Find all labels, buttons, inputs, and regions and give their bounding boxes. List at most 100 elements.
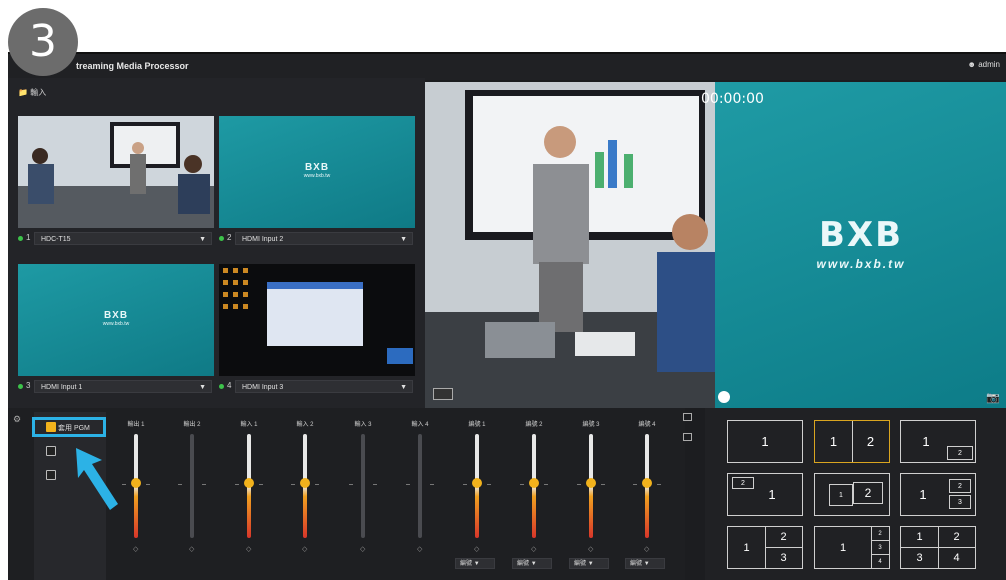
window-icon[interactable] [683,433,692,441]
fader-track[interactable] [418,434,422,538]
step-number-badge: 3 [8,8,78,76]
input-row-1: 1 HDC-T15 ▼ [18,232,214,246]
fader-knob[interactable] [642,478,652,488]
input-select-1[interactable]: HDC-T15 ▼ [34,232,212,245]
chevron-down-icon: ▼ [587,561,594,567]
layout-one-plus-two-small[interactable]: 1 2 3 [900,473,976,516]
active-dot [18,384,23,389]
input-thumbnail-1[interactable] [18,116,214,228]
link-diamond-icon[interactable]: ◇ [531,545,536,553]
input-panel: 📁 輸入 BXB www.bxb.tw BXB www.bxb.tw 1 HDC… [8,78,425,410]
fader-label: 輸入 4 [411,422,429,428]
input-thumbnail-4[interactable] [219,264,415,376]
tick-mark [633,484,637,485]
fader-knob[interactable] [244,478,254,488]
fader-channel-10: 編號 4 ◇ 編號 ▼ [619,414,675,580]
link-diamond-icon[interactable]: ◇ [246,545,251,553]
layout-pip-bottom-right[interactable]: 1 2 [900,420,976,463]
fader-select[interactable]: 編號 ▼ [512,558,552,569]
tick-mark [463,484,467,485]
fader-knob[interactable] [300,478,310,488]
tick-mark [146,484,150,485]
record-button[interactable] [718,391,730,403]
fader-knob[interactable] [472,478,482,488]
fader-label: 輸入 2 [296,422,314,428]
fader-label: 輸入 3 [354,422,372,428]
bxb-url: www.bxb.tw [816,257,906,271]
input-select-2[interactable]: HDMI Input 2 ▼ [235,232,413,245]
link-diamond-icon[interactable]: ◇ [133,545,138,553]
layout-one-plus-two[interactable]: 1 2 3 [727,526,803,569]
fader-select[interactable]: 編號 ▼ [625,558,665,569]
layout-dual-inset[interactable]: 1 2 [814,473,890,516]
fader-select[interactable]: 編號 ▼ [569,558,609,569]
fader-channel-3: 輸入 1 ◇ [221,414,277,580]
user-menu[interactable]: ☻ admin [968,60,1000,69]
fader-channel-6: 輸入 4 ◇ [392,414,448,580]
layout-one-plus-three[interactable]: 1 2 3 4 [814,526,890,569]
fader-knob[interactable] [529,478,539,488]
input-row-4: 4 HDMI Input 3 ▼ [219,380,415,394]
fader-channel-1: 輸出 1 ◇ [108,414,164,580]
link-diamond-icon[interactable]: ◇ [588,545,593,553]
fader-knob[interactable] [586,478,596,488]
layout-single[interactable]: 1 [727,420,803,463]
settings-gear-icon[interactable]: ⚙ [13,414,21,425]
tick-mark [544,484,548,485]
active-dot [219,236,224,241]
link-diamond-icon[interactable]: ◇ [360,545,365,553]
app-window: treaming Media Processor ☻ admin 📁 輸入 BX… [8,52,1006,580]
fader-label: 編號 1 [468,422,486,428]
input-select-3[interactable]: HDMI Input 1 ▼ [34,380,212,393]
desktop-screenshot [219,264,415,376]
link-diamond-icon[interactable]: ◇ [189,545,194,553]
bxb-logo: BXB www.bxb.tw [303,162,331,180]
layout-pip-top-left[interactable]: 2 1 [727,473,803,516]
tick-mark [291,484,295,485]
layout-side-by-side[interactable]: 1 2 [814,420,890,463]
chevron-down-icon: ▼ [400,384,407,391]
fader-knob[interactable] [131,478,141,488]
preview-monitor[interactable] [425,82,715,408]
input-header: 📁 輸入 [18,88,47,97]
input-index: 2 [227,233,232,242]
app-title: treaming Media Processor [76,61,189,71]
bxb-logo-large: BXB [818,215,904,255]
chevron-down-icon: ▼ [473,561,480,567]
input-index: 3 [26,381,31,390]
fader-channel-4: 輸入 2 ◇ [277,414,333,580]
fader-channel-9: 編號 3 ◇ 編號 ▼ [563,414,619,580]
chevron-down-icon: ▼ [530,561,537,567]
grid-icon[interactable] [683,413,692,421]
camera-icon[interactable]: 📷 [986,391,1000,404]
tick-mark [122,484,126,485]
tick-mark [520,484,524,485]
input-select-4[interactable]: HDMI Input 3 ▼ [235,380,413,393]
fader-label: 輸出 2 [183,422,201,428]
input-thumbnail-3[interactable]: BXB www.bxb.tw [18,264,214,376]
link-diamond-icon[interactable]: ◇ [302,545,307,553]
checkbox-2[interactable] [46,446,56,456]
tick-mark [235,484,239,485]
fader-select[interactable]: 編號 ▼ [455,558,495,569]
fader-label: 輸入 1 [240,422,258,428]
link-diamond-icon[interactable]: ◇ [474,545,479,553]
input-index: 1 [26,233,31,242]
tick-mark [577,484,581,485]
checkbox-3[interactable] [46,470,56,480]
fader-track[interactable] [361,434,365,538]
fader-label: 編號 4 [638,422,656,428]
tick-mark [373,484,377,485]
fader-label: 編號 2 [525,422,543,428]
active-dot [219,384,224,389]
fader-channel-5: 輸入 3 ◇ [335,414,391,580]
input-thumbnail-2[interactable]: BXB www.bxb.tw [219,116,415,228]
chevron-down-icon: ▼ [643,561,650,567]
input-row-2: 2 HDMI Input 2 ▼ [219,232,415,246]
layout-quad[interactable]: 1 2 3 4 [900,526,976,569]
fader-track[interactable] [190,434,194,538]
link-diamond-icon[interactable]: ◇ [417,545,422,553]
link-diamond-icon[interactable]: ◇ [644,545,649,553]
bxb-logo: BXB www.bxb.tw [102,310,130,328]
fader-label: 輸出 1 [127,422,145,428]
